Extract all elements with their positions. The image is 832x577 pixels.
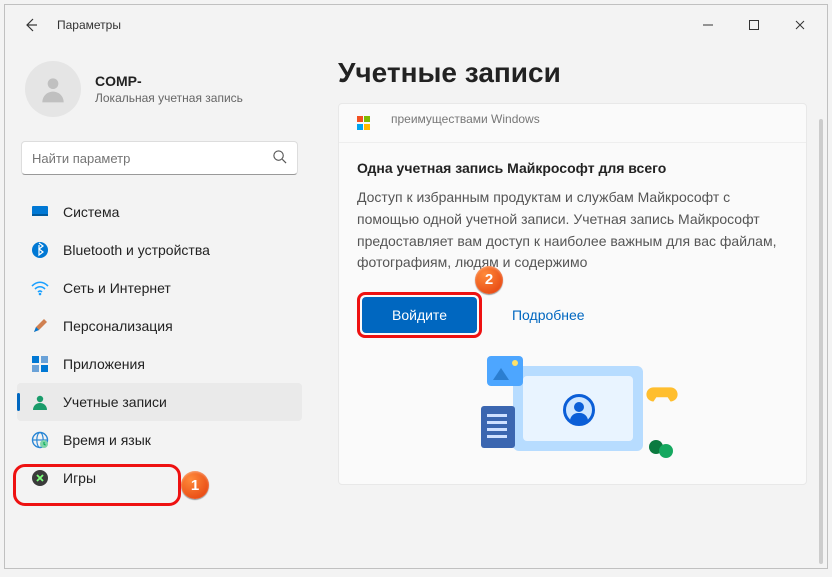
maximize-button[interactable] <box>731 9 777 41</box>
nav-item-network[interactable]: Сеть и Интернет <box>17 269 302 307</box>
bluetooth-icon <box>31 241 49 259</box>
nav-item-apps[interactable]: Приложения <box>17 345 302 383</box>
settings-window: Параметры COMP- Локальная учетная запись <box>4 4 828 569</box>
nav-item-personalization[interactable]: Персонализация <box>17 307 302 345</box>
sign-in-button[interactable]: Войдите <box>362 297 477 333</box>
nav-item-bluetooth[interactable]: Bluetooth и устройства <box>17 231 302 269</box>
minimize-button[interactable] <box>685 9 731 41</box>
globe-clock-icon <box>31 431 49 449</box>
page-title: Учетные записи <box>338 57 807 89</box>
display-icon <box>31 203 49 221</box>
nav-item-time-language[interactable]: Время и язык <box>17 421 302 459</box>
microsoft-icon <box>357 116 379 130</box>
nav-label: Сеть и Интернет <box>63 280 171 296</box>
panel-top-text: преимуществами Windows <box>391 112 540 126</box>
person-icon <box>31 393 49 411</box>
nav-item-gaming[interactable]: Игры <box>17 459 302 497</box>
profile-name: COMP- <box>95 73 243 89</box>
main-panel: Учетные записи преимуществами Windows Од… <box>314 45 827 568</box>
nav-label: Персонализация <box>63 318 173 334</box>
panel-top-row[interactable]: преимуществами Windows <box>339 104 806 142</box>
search-icon <box>272 149 287 168</box>
brush-icon <box>31 317 49 335</box>
window-title: Параметры <box>57 18 121 32</box>
title-bar: Параметры <box>5 5 827 45</box>
search-box[interactable] <box>21 141 298 175</box>
profile-block[interactable]: COMP- Локальная учетная запись <box>13 53 306 133</box>
annotation-marker-1: 1 <box>181 471 209 499</box>
annotation-marker-2: 2 <box>475 266 503 294</box>
nav-label: Игры <box>63 470 96 486</box>
scrollbar[interactable] <box>819 119 823 564</box>
back-button[interactable] <box>21 15 41 35</box>
nav-item-system[interactable]: Система <box>17 193 302 231</box>
nav-label: Система <box>63 204 119 220</box>
close-button[interactable] <box>777 9 823 41</box>
nav-list: Система Bluetooth и устройства Сеть и Ин… <box>13 193 306 497</box>
window-controls <box>685 9 823 41</box>
annotation-highlight-signin: Войдите <box>357 292 482 338</box>
search-input[interactable] <box>32 151 252 166</box>
nav-label: Учетные записи <box>63 394 167 410</box>
nav-item-accounts[interactable]: Учетные записи <box>17 383 302 421</box>
wifi-icon <box>31 279 49 297</box>
gamepad-icon <box>31 469 49 487</box>
card-title: Одна учетная запись Майкрософт для всего <box>357 159 788 177</box>
nav-label: Время и язык <box>63 432 151 448</box>
card-description: Доступ к избранным продуктам и службам М… <box>357 187 788 274</box>
illustration <box>463 356 683 466</box>
learn-more-link[interactable]: Подробнее <box>512 307 585 323</box>
apps-icon <box>31 355 49 373</box>
profile-account-type: Локальная учетная запись <box>95 91 243 105</box>
accounts-panel: преимуществами Windows Одна учетная запи… <box>338 103 807 485</box>
avatar <box>25 61 81 117</box>
nav-label: Приложения <box>63 356 145 372</box>
nav-label: Bluetooth и устройства <box>63 242 210 258</box>
sidebar: COMP- Локальная учетная запись Система B… <box>5 45 314 568</box>
